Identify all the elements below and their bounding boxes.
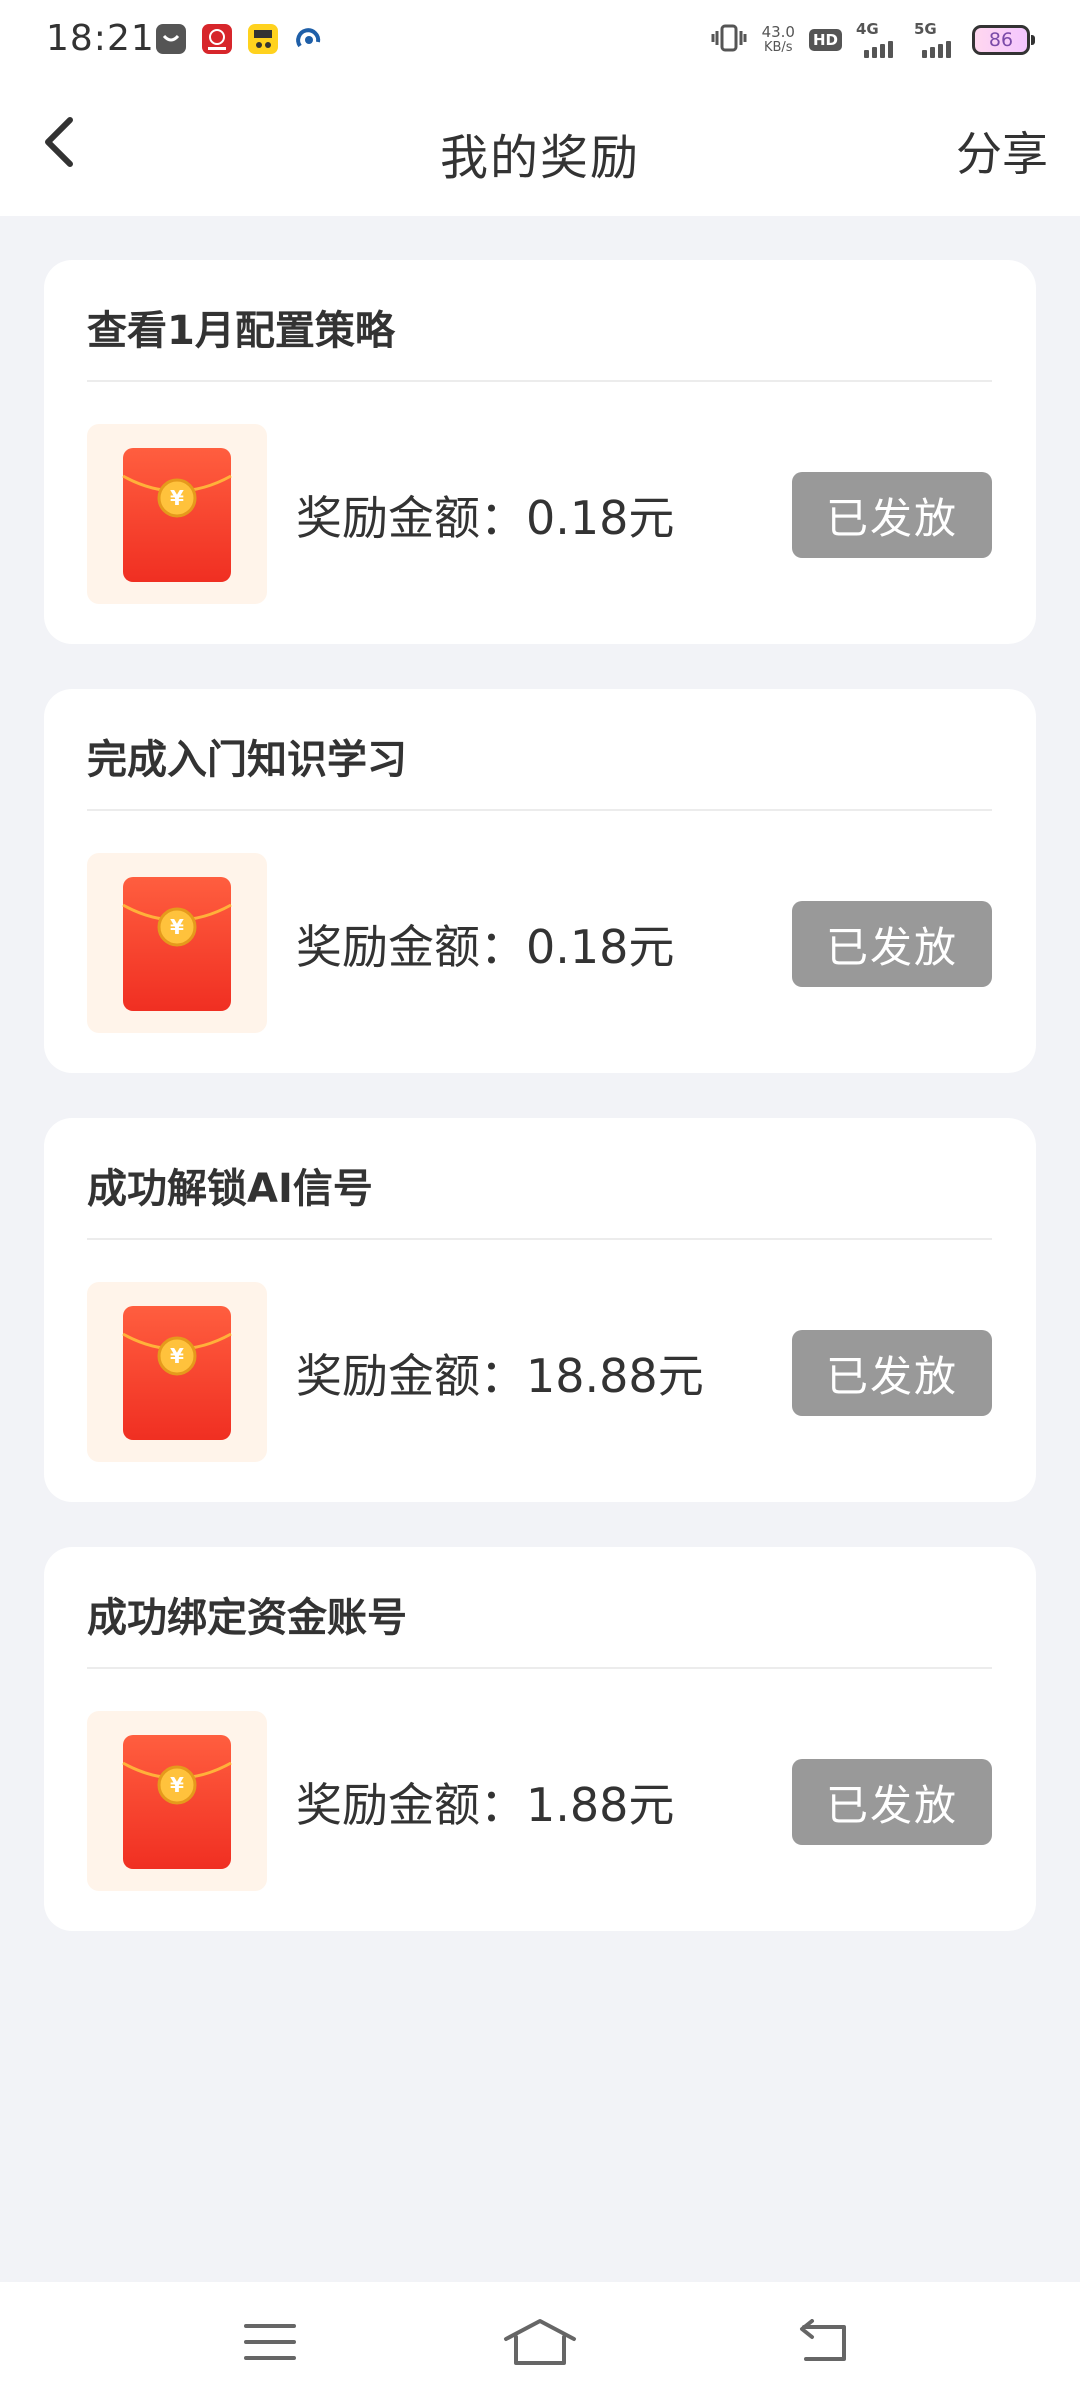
red-envelope-icon: ¥ [87,1282,267,1462]
reward-card: 完成入门知识学习 ¥ 奖励金额：0.18元 已发放 [44,689,1036,1073]
battery-tip [1031,35,1035,45]
divider [87,809,992,811]
red-envelope-icon: ¥ [87,424,267,604]
reward-card: 成功绑定资金账号 ¥ 奖励金额：1.88元 已发放 [44,1547,1036,1931]
sim1-label: 4G [856,20,879,38]
notification-app-icon [202,24,232,54]
back-arrow-icon [796,2319,852,2369]
battery-level: 86 [988,29,1014,51]
issued-status-button[interactable]: 已发放 [792,901,992,987]
network-speed-unit: KB/s [763,40,793,55]
header-bar: 我的奖励 分享 [0,80,1080,216]
reward-title: 完成入门知识学习 [87,737,407,783]
return-button[interactable] [784,2304,864,2384]
signal-sim1: 4G [856,20,900,58]
signal-sim2: 5G [914,20,958,58]
issued-status-button[interactable]: 已发放 [792,1759,992,1845]
signal-bar [864,50,869,58]
status-indicators: 43.0 KB/s HD 4G 5G 86 [710,20,1035,60]
signal-bar [922,50,927,58]
reward-card: 成功解锁AI信号 ¥ 奖励金额：18.88元 已发放 [44,1118,1036,1502]
reward-title: 成功解锁AI信号 [87,1166,373,1212]
hd-badge: HD [808,29,842,51]
menu-icon [242,2320,298,2368]
signal-bar [938,44,943,58]
red-envelope-icon: ¥ [87,853,267,1033]
vibrate-icon [710,23,748,57]
reward-amount: 奖励金额：1.88元 [296,1778,675,1832]
svg-text:¥: ¥ [170,1344,184,1368]
reward-title: 查看1月配置策略 [87,308,395,354]
red-envelope-icon: ¥ [87,1711,267,1891]
divider [87,1667,992,1669]
notification-app-icon [248,24,278,54]
signal-bar [888,41,893,58]
status-bar: 18:21 43.0 KB/s HD 4G 5G 86 [0,0,1080,80]
reward-card: 查看1月配置策略 ¥ 奖励金额：0.18元 已发放 [44,260,1036,644]
home-icon [502,2317,578,2371]
signal-bar [872,47,877,58]
divider [87,1238,992,1240]
network-speed-value: 43.0 [761,23,795,41]
system-navigation-bar [0,2282,1080,2408]
page-title: 我的奖励 [439,130,640,186]
divider [87,380,992,382]
status-time: 18:21 [46,18,155,59]
reward-amount: 奖励金额：0.18元 [296,920,675,974]
menu-button[interactable] [230,2304,310,2384]
issued-status-button[interactable]: 已发放 [792,1330,992,1416]
home-button[interactable] [500,2304,580,2384]
notification-app-icon [294,24,324,54]
issued-status-button[interactable]: 已发放 [792,472,992,558]
network-speed: 43.0 KB/s [761,23,795,56]
reward-amount: 奖励金额：18.88元 [296,1349,704,1403]
rewards-list: 查看1月配置策略 ¥ 奖励金额：0.18元 已发放 完成入门知识学习 ¥ 奖励金… [44,260,1036,1976]
signal-bar [946,41,951,58]
notification-app-icon [156,24,186,54]
battery-indicator: 86 [972,25,1035,55]
reward-amount: 奖励金额：0.18元 [296,491,675,545]
svg-text:¥: ¥ [170,1773,184,1797]
signal-bar [930,47,935,58]
svg-text:¥: ¥ [170,915,184,939]
svg-text:¥: ¥ [170,486,184,510]
reward-title: 成功绑定资金账号 [87,1595,407,1641]
sim2-label: 5G [914,20,937,38]
share-button[interactable]: 分享 [956,118,1048,184]
signal-bar [880,44,885,58]
